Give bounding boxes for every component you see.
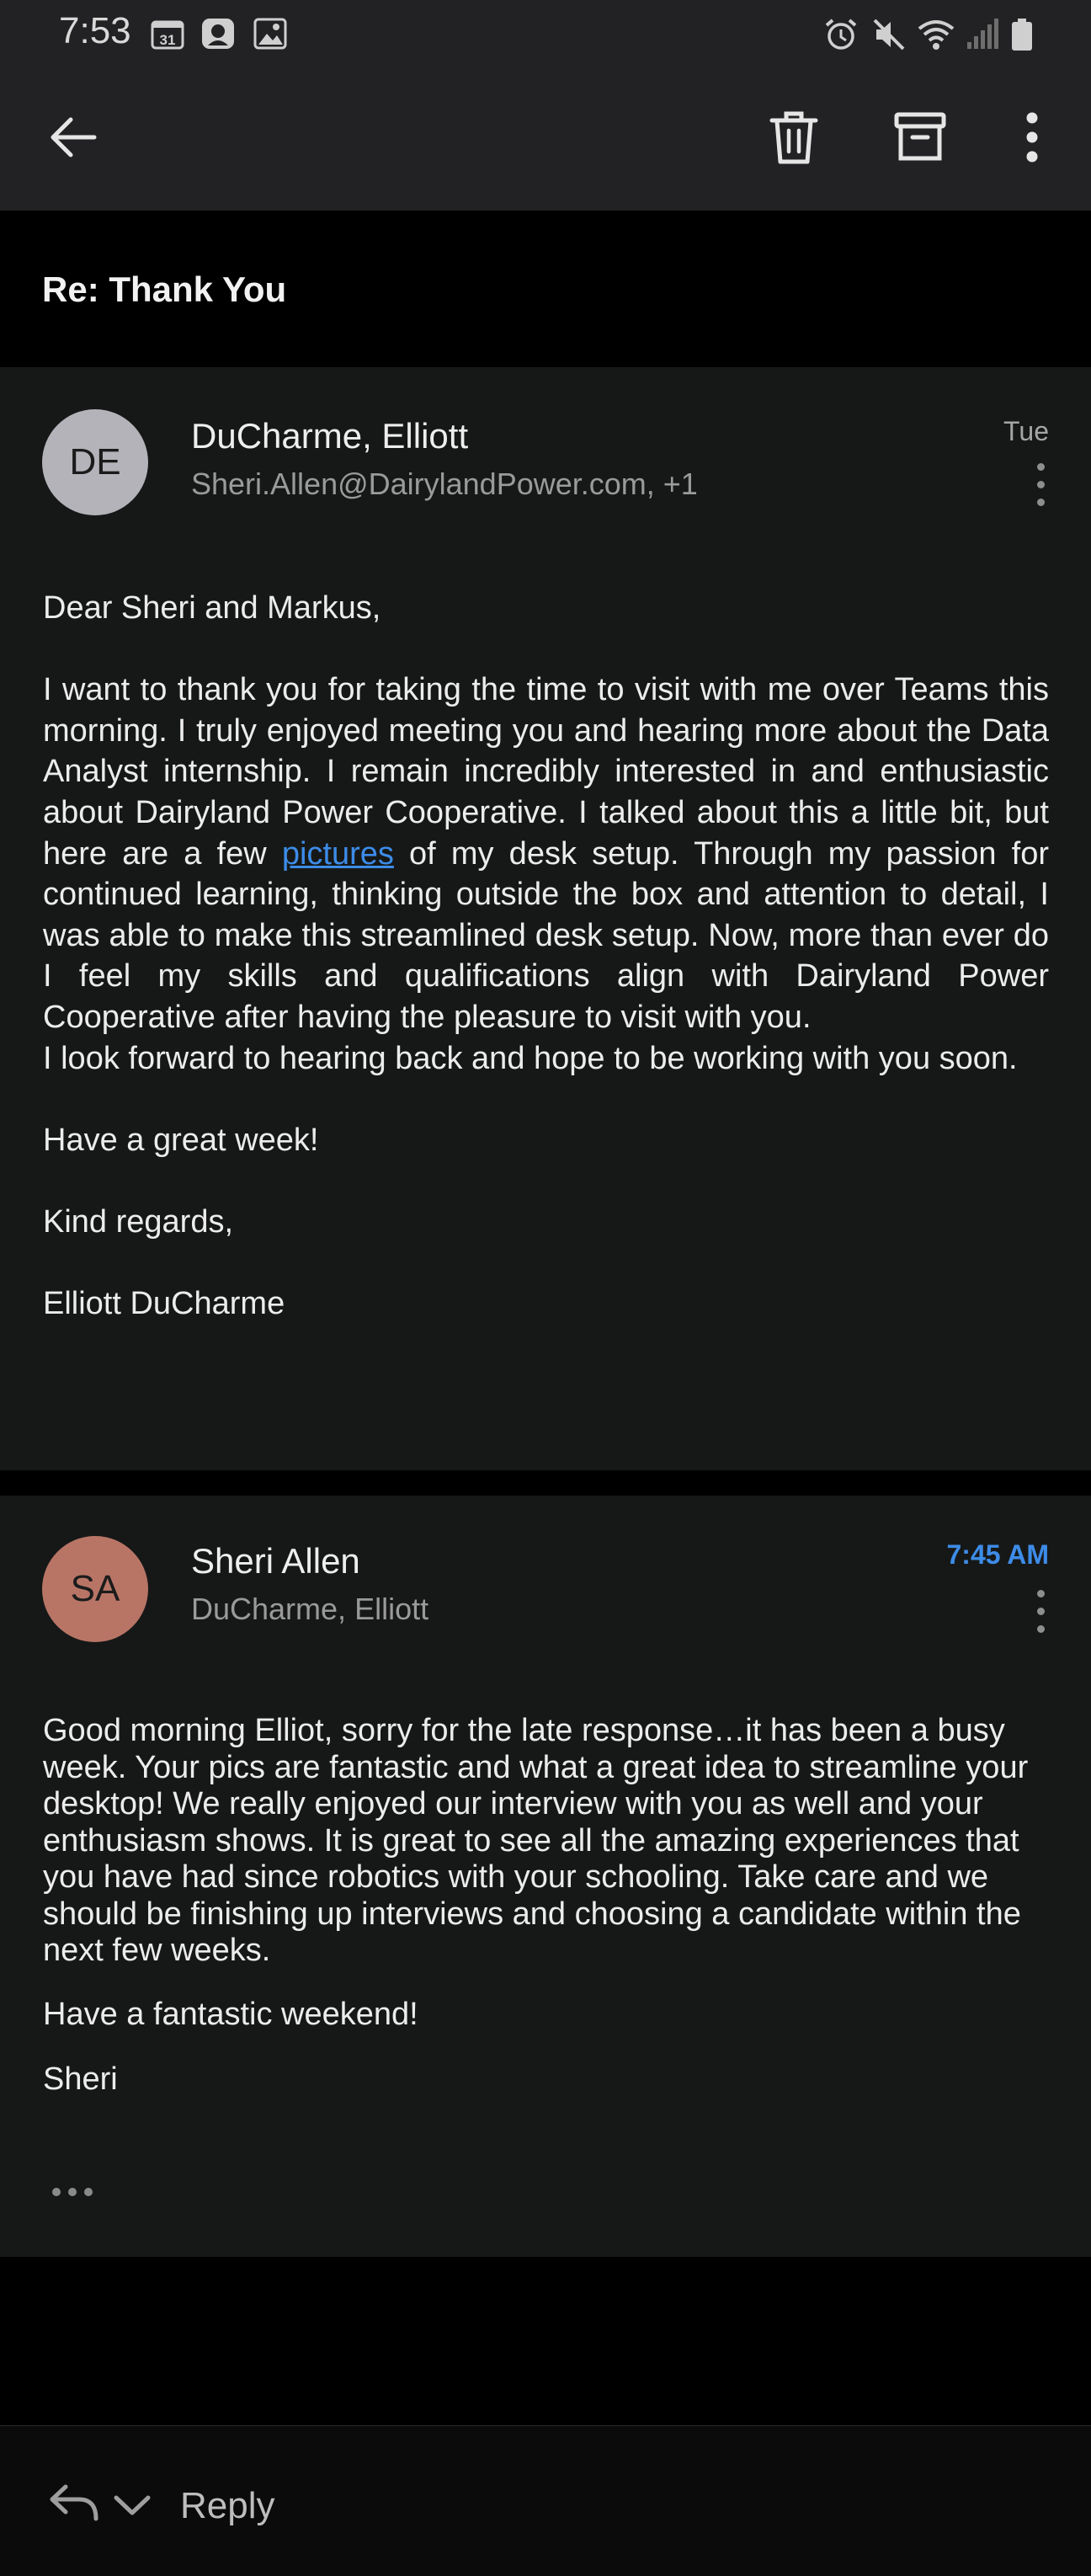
signal-icon [966,17,999,56]
more-vert-icon [1026,112,1038,163]
body-paragraph-2: I look forward to hearing back and hope … [43,1040,1018,1076]
battery-icon [1010,17,1034,56]
more-options-button[interactable] [1003,108,1062,167]
status-time: 7:53 [59,10,131,51]
calendar-icon: 31 [150,17,185,55]
email-subject: Re: Thank You [42,269,287,309]
back-button[interactable] [44,108,103,167]
avatar[interactable]: DE [42,409,148,515]
message-date: Tue [1003,416,1049,446]
message-time: 7:45 AM [946,1539,1049,1570]
body-paragraph: I want to thank you for taking the time … [43,672,1050,1035]
wifi-icon [916,17,956,56]
signature: Sheri [43,2061,118,2097]
gallery-icon [253,17,288,55]
pictures-link[interactable]: pictures [282,836,394,872]
reply-bar: Reply [0,2425,1091,2576]
message-card-1: DE DuCharme, Elliott Sheri.Allen@Dairyla… [0,367,1091,1470]
mute-icon [871,17,907,56]
status-bar: 7:53 31 [0,0,1091,64]
toolbar [0,64,1091,211]
message-more-button[interactable] [1032,463,1049,514]
archive-button[interactable] [891,108,950,167]
subject-bar: Re: Thank You [0,211,1091,367]
avatar[interactable]: SA [42,1536,148,1642]
show-quoted-text-button[interactable] [52,2185,103,2199]
arrow-left-icon [51,117,97,157]
trash-icon [769,111,818,164]
message-body: Dear Sheri and Markus, I want to thank y… [43,588,1049,1325]
messenger-icon [200,17,236,55]
message-card-2: SA Sheri Allen DuCharme, Elliott 7:45 AM… [0,1496,1091,2257]
delete-button[interactable] [764,108,823,167]
calendar-badge: 31 [160,32,176,48]
recipients-line[interactable]: DuCharme, Elliott [191,1592,428,1627]
closing-line: Have a fantastic weekend! [43,1996,418,2032]
message-more-button[interactable] [1032,1590,1049,1640]
body-paragraph: Good morning Elliot, sorry for the late … [43,1713,1029,1968]
sender-name: Sheri Allen [191,1541,360,1581]
recipients-line[interactable]: Sheri.Allen@DairylandPower.com, +1 [191,467,698,502]
closing-regards: Kind regards, [43,1203,234,1240]
ellipsis-icon [52,2188,61,2196]
message-body: Good morning Elliot, sorry for the late … [43,1713,1053,2099]
chevron-down-icon[interactable] [113,2493,152,2517]
reply-button[interactable]: Reply [180,2485,275,2527]
signature: Elliott DuCharme [43,1286,285,1322]
alarm-icon [823,17,859,56]
archive-icon [894,112,946,161]
closing-line: Have a great week! [43,1122,319,1158]
reply-icon[interactable] [47,2482,101,2522]
greeting: Dear Sheri and Markus, [43,590,381,626]
sender-name: DuCharme, Elliott [191,416,469,456]
